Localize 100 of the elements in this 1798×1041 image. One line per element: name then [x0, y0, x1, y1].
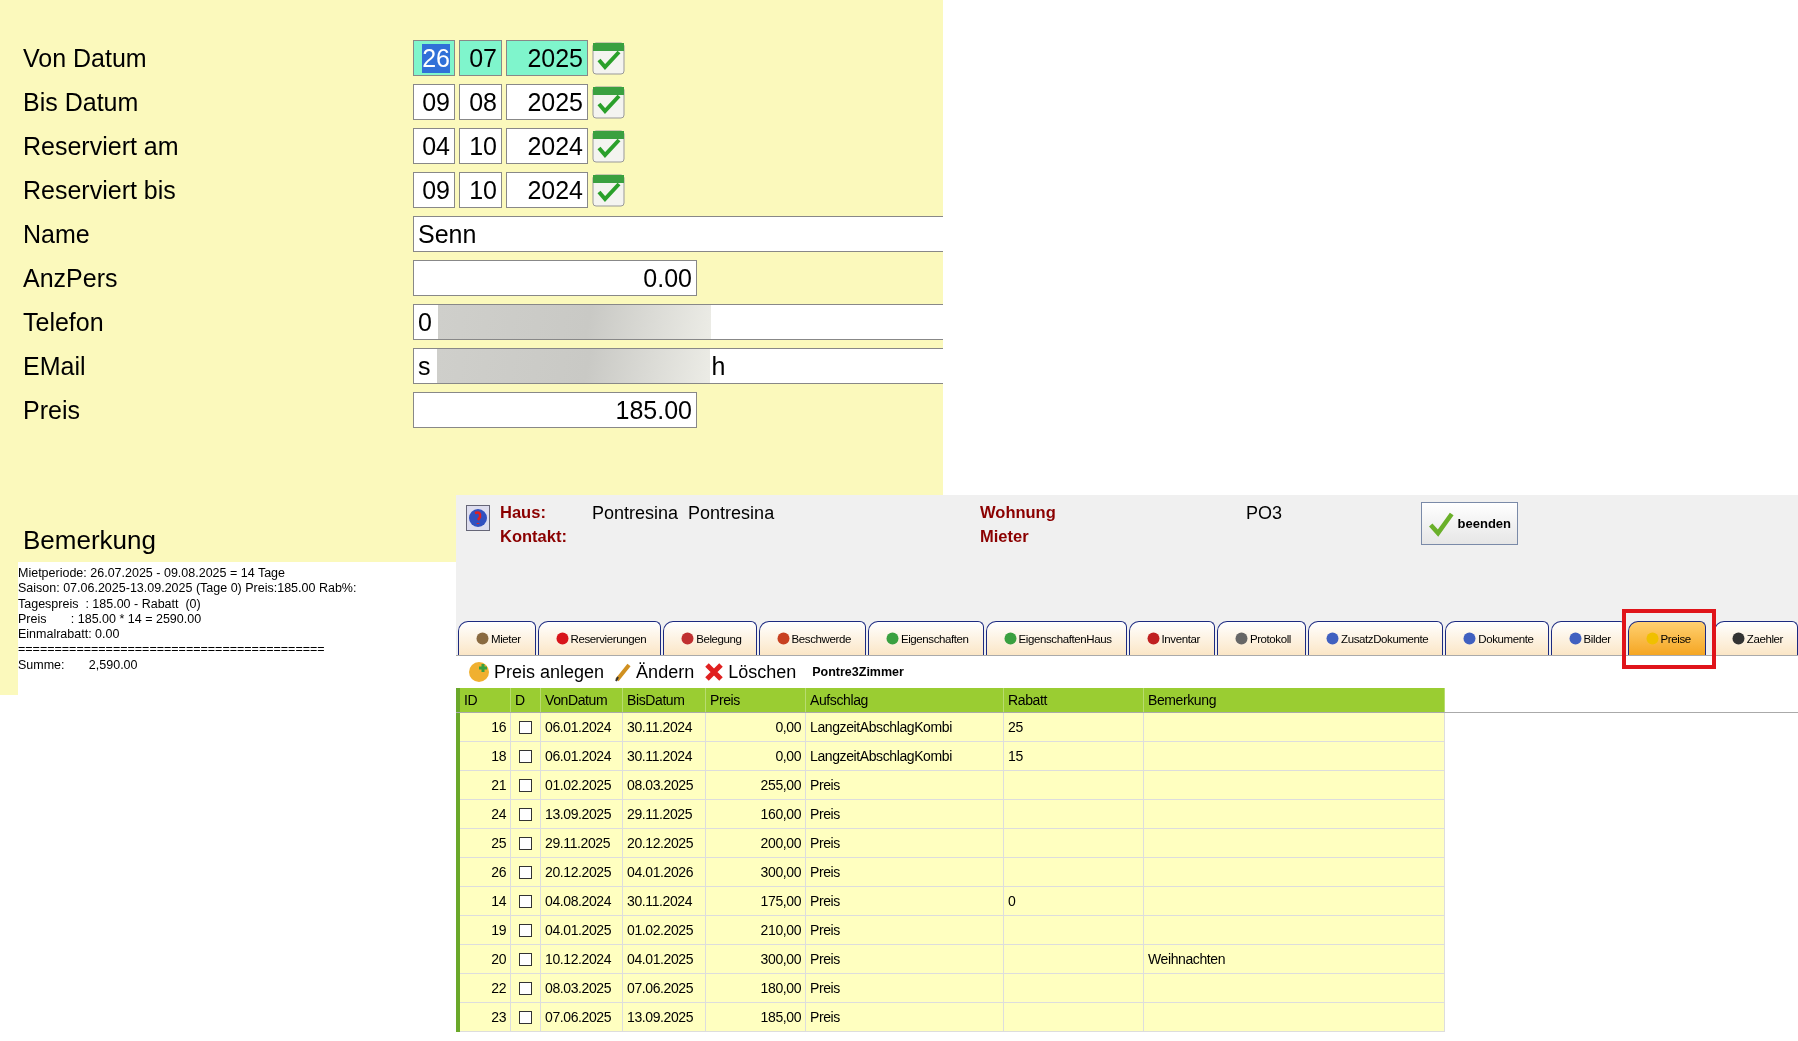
- checkbox[interactable]: [519, 836, 533, 850]
- month-field[interactable]: 10: [459, 128, 502, 164]
- tab-icon: [1645, 632, 1659, 645]
- table-cell: 30.11.2024: [623, 742, 707, 771]
- table-cell: 210,00: [706, 916, 807, 945]
- day-field[interactable]: 26: [413, 40, 455, 76]
- pencil-icon: [614, 662, 633, 682]
- column-header[interactable]: D: [511, 688, 542, 712]
- calendar-check-icon[interactable]: [592, 128, 626, 164]
- checkbox[interactable]: [519, 1010, 533, 1024]
- tab[interactable]: Reservierungen: [537, 621, 662, 655]
- year-field[interactable]: 2024: [506, 172, 588, 208]
- table-cell: 255,00: [706, 771, 807, 800]
- table-cell: 200,00: [706, 829, 807, 858]
- tab[interactable]: Eigenschaften: [867, 621, 984, 655]
- calendar-check-icon[interactable]: [592, 84, 626, 120]
- table-cell: 13.09.2025: [623, 1003, 707, 1032]
- input-field[interactable]: Senn: [413, 216, 943, 252]
- checkbox[interactable]: [519, 923, 533, 937]
- month-field[interactable]: 10: [459, 172, 502, 208]
- remark-line: Saison: 07.06.2025-13.09.2025 (Tage 0) Preis:185.00 Rab%:: [18, 581, 358, 597]
- field-label: Von Datum: [22, 43, 148, 73]
- column-header[interactable]: VonDatum: [541, 688, 624, 712]
- apartment-label: Pontre3Zimmer: [812, 665, 904, 679]
- remark-line: Summe: 2,590.00: [18, 657, 139, 674]
- delete-button[interactable]: Löschen: [704, 661, 797, 683]
- checkbox[interactable]: [519, 720, 533, 734]
- field-label: Reserviert am: [22, 131, 180, 161]
- table-cell: 30.11.2024: [623, 887, 707, 916]
- input-field[interactable]: 185.00: [413, 392, 697, 428]
- table-cell: Preis: [806, 945, 1005, 974]
- table-cell: 175,00: [706, 887, 807, 916]
- checkbox[interactable]: [519, 981, 533, 995]
- wohnung-label: Wohnung: [980, 503, 1057, 521]
- day-field[interactable]: 09: [413, 84, 455, 120]
- column-header[interactable]: Preis: [706, 688, 807, 712]
- table-cell: 13.09.2025: [541, 800, 624, 829]
- tab[interactable]: Zaehler: [1713, 621, 1798, 655]
- table-cell: 15: [1004, 742, 1145, 771]
- table-cell: 0,00: [706, 713, 807, 742]
- year-field[interactable]: 2025: [506, 40, 588, 76]
- table-cell: Preis: [806, 887, 1005, 916]
- month-field[interactable]: 08: [459, 84, 502, 120]
- table-cell: 185,00: [706, 1003, 807, 1032]
- edit-button[interactable]: Ändern: [614, 661, 695, 683]
- close-button[interactable]: beenden: [1421, 502, 1519, 545]
- mieter-label: Mieter: [980, 527, 1030, 545]
- tab[interactable]: Mieter: [458, 621, 536, 655]
- globe-icon: [466, 505, 491, 531]
- field-value: h: [711, 351, 726, 381]
- calendar-check-icon[interactable]: [592, 40, 626, 76]
- table-cell: 07.06.2025: [623, 974, 707, 1003]
- tab-icon: [1731, 632, 1745, 645]
- month-field[interactable]: 07: [459, 40, 502, 76]
- remark-line: Preis : 185.00 * 14 = 2590.00: [18, 611, 203, 628]
- column-header[interactable]: BisDatum: [623, 688, 707, 712]
- checkbox[interactable]: [519, 807, 533, 821]
- table-cell: Preis: [806, 916, 1005, 945]
- year-field[interactable]: 2024: [506, 128, 588, 164]
- checkbox[interactable]: [519, 778, 533, 792]
- table-cell: 22: [460, 974, 512, 1003]
- calendar-check-icon[interactable]: [592, 172, 626, 208]
- tab[interactable]: Preise: [1627, 621, 1706, 655]
- day-field[interactable]: 04: [413, 128, 455, 164]
- tab[interactable]: EigenschaftenHaus: [985, 621, 1127, 655]
- tab[interactable]: ZusatzDokumente: [1308, 621, 1444, 655]
- table-cell: 25: [1004, 713, 1145, 742]
- table-cell: Preis: [806, 829, 1005, 858]
- tab[interactable]: Beschwerde: [758, 621, 866, 655]
- table-cell: Preis: [806, 858, 1005, 887]
- table-cell: 20: [460, 945, 512, 974]
- checkbox[interactable]: [519, 952, 533, 966]
- checkbox[interactable]: [519, 865, 533, 879]
- remark-line: Mietperiode: 26.07.2025 - 09.08.2025 = 14 Tage: [18, 566, 286, 582]
- tab[interactable]: Dokumente: [1445, 621, 1549, 655]
- table-cell: Preis: [806, 800, 1005, 829]
- column-header[interactable]: ID: [460, 688, 512, 712]
- tab[interactable]: Inventar: [1128, 621, 1215, 655]
- wohnung-value: PO3: [1246, 503, 1284, 521]
- column-header[interactable]: Aufschlag: [806, 688, 1005, 712]
- column-header[interactable]: Rabatt: [1004, 688, 1145, 712]
- input-field[interactable]: 0.00: [413, 260, 697, 296]
- table-cell: 06.01.2024: [541, 713, 624, 742]
- year-field[interactable]: 2025: [506, 84, 588, 120]
- column-header[interactable]: Bemerkung: [1144, 688, 1446, 712]
- field-label: Bis Datum: [22, 87, 140, 117]
- table-cell: 21: [460, 771, 512, 800]
- checkbox[interactable]: [519, 894, 533, 908]
- add-price-button[interactable]: Preis anlegen: [468, 661, 605, 683]
- tab-icon: [1463, 632, 1477, 645]
- table-cell: LangzeitAbschlagKombi: [806, 742, 1005, 771]
- tab-icon: [885, 632, 899, 645]
- table-cell: 26: [460, 858, 512, 887]
- day-field[interactable]: 09: [413, 172, 455, 208]
- tab[interactable]: Protokoll: [1216, 621, 1307, 655]
- close-icon: [704, 662, 725, 682]
- checkbox[interactable]: [519, 749, 533, 763]
- table-cell: 10.12.2024: [541, 945, 624, 974]
- table-cell: 180,00: [706, 974, 807, 1003]
- tab[interactable]: Belegung: [663, 621, 757, 655]
